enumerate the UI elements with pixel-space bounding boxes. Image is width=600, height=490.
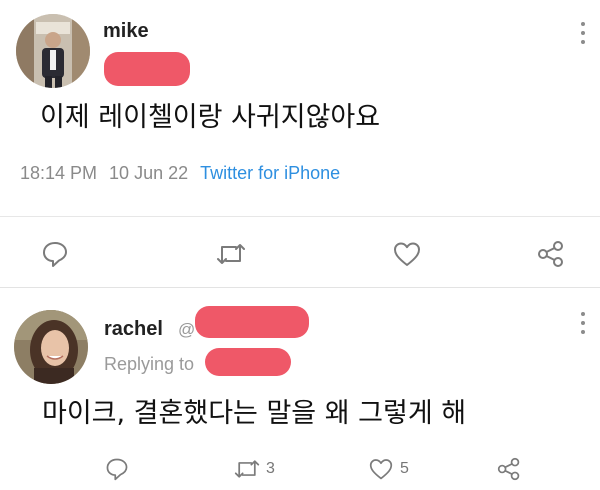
handle-redaction bbox=[195, 306, 309, 338]
reply-icon bbox=[43, 242, 67, 267]
retweet-icon bbox=[234, 460, 260, 478]
more-options-icon[interactable] bbox=[580, 22, 586, 44]
replying-to-label: Replying to bbox=[104, 354, 195, 374]
share-button[interactable] bbox=[496, 457, 522, 481]
retweet-button[interactable]: 3 bbox=[234, 457, 275, 481]
reply-button[interactable] bbox=[104, 456, 130, 482]
tweet-time: 18:14 PM bbox=[20, 163, 98, 183]
tweet-rachel[interactable]: rachel @ Replying to 마이크, 결혼했다는 말을 왜 그렇게… bbox=[0, 287, 600, 490]
retweet-icon bbox=[217, 244, 245, 264]
heart-icon bbox=[369, 459, 393, 480]
tweet-date: 10 Jun 22 bbox=[109, 163, 189, 183]
avatar-photo bbox=[14, 310, 88, 384]
like-button[interactable]: 5 bbox=[368, 457, 409, 481]
handle-redaction bbox=[104, 52, 190, 86]
more-options-icon[interactable] bbox=[580, 312, 586, 334]
retweet-button[interactable] bbox=[216, 241, 246, 267]
author-name[interactable]: mike bbox=[103, 20, 149, 43]
like-button[interactable] bbox=[392, 240, 422, 268]
tweet-text: 마이크, 결혼했다는 말을 왜 그렇게 해 bbox=[42, 398, 467, 429]
tweet-mike[interactable]: mike 이제 레이첼이랑 사귀지않아요 18:14 PM 10 Jun 22 Tw… bbox=[0, 0, 600, 287]
tweet-actions bbox=[0, 236, 600, 272]
tweet-meta: 18:14 PM 10 Jun 22 Twitter for iPhone bbox=[20, 163, 340, 184]
avatar[interactable] bbox=[14, 310, 88, 384]
share-icon bbox=[538, 241, 563, 267]
reply-icon bbox=[106, 458, 128, 481]
avatar-photo bbox=[16, 14, 90, 88]
tweet-text: 이제 레이첼이랑 사귀지않아요 bbox=[40, 102, 381, 133]
author-name[interactable]: rachel bbox=[104, 318, 163, 341]
reply-button[interactable] bbox=[40, 239, 70, 269]
retweet-count: 3 bbox=[266, 460, 275, 477]
share-button[interactable] bbox=[536, 240, 566, 268]
like-count: 5 bbox=[400, 460, 409, 477]
divider bbox=[0, 216, 600, 217]
avatar[interactable] bbox=[16, 14, 90, 88]
handle-prefix: @ bbox=[178, 320, 196, 339]
tweet-actions: 3 5 bbox=[0, 452, 600, 488]
tweet-source-link[interactable]: Twitter for iPhone bbox=[200, 163, 340, 183]
reply-handle-redaction bbox=[205, 348, 291, 376]
heart-icon bbox=[394, 242, 420, 266]
share-icon bbox=[497, 457, 520, 481]
